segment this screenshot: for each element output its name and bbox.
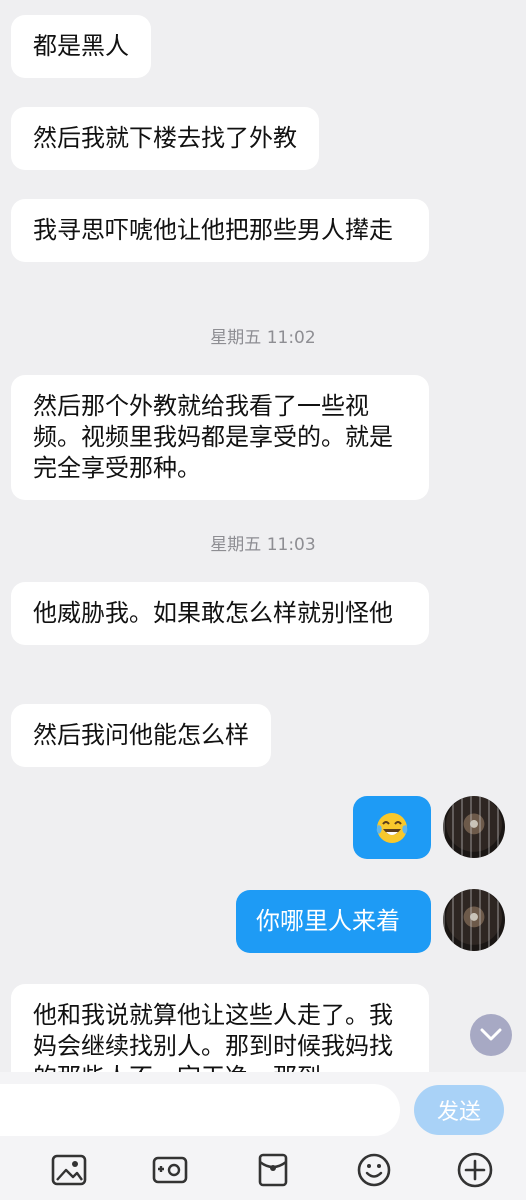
send-button[interactable]: 发送 bbox=[414, 1085, 504, 1135]
plus-icon[interactable] bbox=[455, 1150, 495, 1190]
message-input[interactable] bbox=[0, 1084, 400, 1136]
timestamp: 星期五 11:02 bbox=[210, 328, 316, 348]
message-bubble-incoming[interactable]: 然后我就下楼去找了外教 bbox=[11, 107, 319, 170]
timestamp: 星期五 11:03 bbox=[210, 535, 316, 555]
input-bar: 发送 bbox=[0, 1072, 526, 1200]
message-bubble-outgoing[interactable]: 你哪里人来着 bbox=[236, 890, 431, 953]
message-text: 然后我问他能怎么样 bbox=[33, 721, 249, 749]
message-bubble-incoming[interactable]: 我寻思吓唬他让他把那些男人撵走 bbox=[11, 199, 429, 262]
message-text: 然后那个外教就给我看了一些视频。视频里我妈都是享受的。就是完全享受那种。 bbox=[33, 392, 393, 482]
camera-icon[interactable] bbox=[150, 1150, 190, 1190]
chat-message-list[interactable]: 都是黑人 然后我就下楼去找了外教 我寻思吓唬他让他把那些男人撵走 星期五 11:… bbox=[0, 0, 526, 1072]
message-text: 他威胁我。如果敢怎么样就别怪他 bbox=[33, 599, 393, 627]
message-bubble-incoming[interactable]: 然后那个外教就给我看了一些视频。视频里我妈都是享受的。就是完全享受那种。 bbox=[11, 375, 429, 500]
image-icon[interactable] bbox=[49, 1150, 89, 1190]
message-text: 然后我就下楼去找了外教 bbox=[33, 124, 297, 152]
message-text: 你哪里人来着 bbox=[256, 907, 400, 935]
message-bubble-incoming[interactable]: 他和我说就算他让这些人走了。我妈会继续找别人。那到时候我妈找的那些人不一定干净。… bbox=[11, 984, 429, 1072]
message-text: 我寻思吓唬他让他把那些男人撵走 bbox=[33, 216, 393, 244]
chevron-down-icon bbox=[480, 1028, 502, 1041]
message-bubble-incoming[interactable]: 然后我问他能怎么样 bbox=[11, 704, 271, 767]
emoji-icon[interactable] bbox=[354, 1150, 394, 1190]
tears-of-joy-emoji-icon bbox=[376, 812, 408, 843]
avatar[interactable] bbox=[443, 889, 505, 951]
scroll-to-bottom-button[interactable] bbox=[470, 1014, 512, 1056]
toolbar bbox=[0, 1150, 526, 1190]
message-text: 都是黑人 bbox=[33, 32, 129, 60]
red-packet-icon[interactable] bbox=[253, 1150, 293, 1190]
message-bubble-incoming[interactable]: 都是黑人 bbox=[11, 15, 151, 78]
message-bubble-outgoing[interactable]: 😂 bbox=[353, 796, 431, 859]
message-text: 他和我说就算他让这些人走了。我妈会继续找别人。那到时候我妈找的那些人不一定干净。… bbox=[33, 1001, 393, 1072]
avatar[interactable] bbox=[443, 796, 505, 858]
message-bubble-incoming[interactable]: 他威胁我。如果敢怎么样就别怪他 bbox=[11, 582, 429, 645]
